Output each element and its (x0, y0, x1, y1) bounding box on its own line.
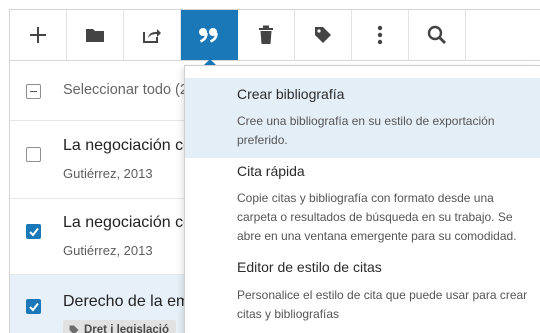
subject-tag-label: Dret i legislació (84, 324, 170, 333)
search-button[interactable] (409, 10, 466, 60)
menu-item-quick-cite[interactable]: Cita rápida Copie citas y bibliografía c… (185, 158, 540, 258)
app-frame: Seleccionar todo (2 La negociación co Gu… (9, 9, 540, 333)
item-checkbox[interactable] (26, 147, 41, 162)
select-all-label: Seleccionar todo (2 (63, 82, 188, 98)
menu-item-description: Copie citas y bibliografía con formato d… (237, 191, 517, 243)
plus-icon (30, 27, 46, 43)
folder-button[interactable] (67, 10, 124, 60)
tag-button[interactable] (295, 10, 352, 60)
menu-item-create-bibliography[interactable]: Crear bibliografía Cree una bibliografía… (185, 78, 540, 158)
add-button[interactable] (10, 10, 67, 60)
share-button[interactable] (124, 10, 181, 60)
item-author-year: Gutiérrez, 2013 (63, 166, 153, 181)
more-vertical-icon (377, 25, 383, 45)
menu-item-title: Crear bibliografía (237, 86, 345, 102)
share-icon (143, 29, 161, 43)
menu-item-description: Personalice el estilo de cita que puede … (237, 288, 528, 321)
menu-item-citation-style-editor[interactable]: Editor de estilo de citas Personalice el… (185, 258, 540, 333)
trash-icon (259, 25, 273, 44)
citation-menu: Crear bibliografía Cree una bibliografía… (184, 65, 540, 333)
checkmark-icon (29, 302, 39, 312)
delete-button[interactable] (238, 10, 295, 60)
item-checkbox[interactable] (26, 224, 41, 239)
toolbar (10, 10, 540, 61)
menu-item-title: Editor de estilo de citas (237, 259, 382, 275)
search-icon (427, 25, 446, 44)
folder-icon (86, 29, 104, 42)
item-author-year: Gutiérrez, 2013 (63, 243, 153, 258)
item-checkbox[interactable] (26, 299, 41, 314)
checkmark-icon (29, 227, 39, 237)
more-options-button[interactable] (352, 10, 409, 60)
item-title[interactable]: La negociación co (63, 214, 192, 232)
select-all-checkbox[interactable] (26, 84, 41, 99)
item-title[interactable]: Derecho de la emp (63, 293, 198, 311)
quote-icon (199, 28, 218, 43)
tag-icon (69, 325, 79, 333)
menu-item-title: Cita rápida (237, 163, 305, 179)
item-title[interactable]: La negociación co (63, 137, 192, 155)
tag-icon (315, 27, 331, 43)
menu-item-description: Cree una bibliografía en su estilo de ex… (237, 114, 495, 147)
cite-button[interactable] (181, 10, 238, 60)
subject-tag[interactable]: Dret i legislació (63, 320, 177, 333)
